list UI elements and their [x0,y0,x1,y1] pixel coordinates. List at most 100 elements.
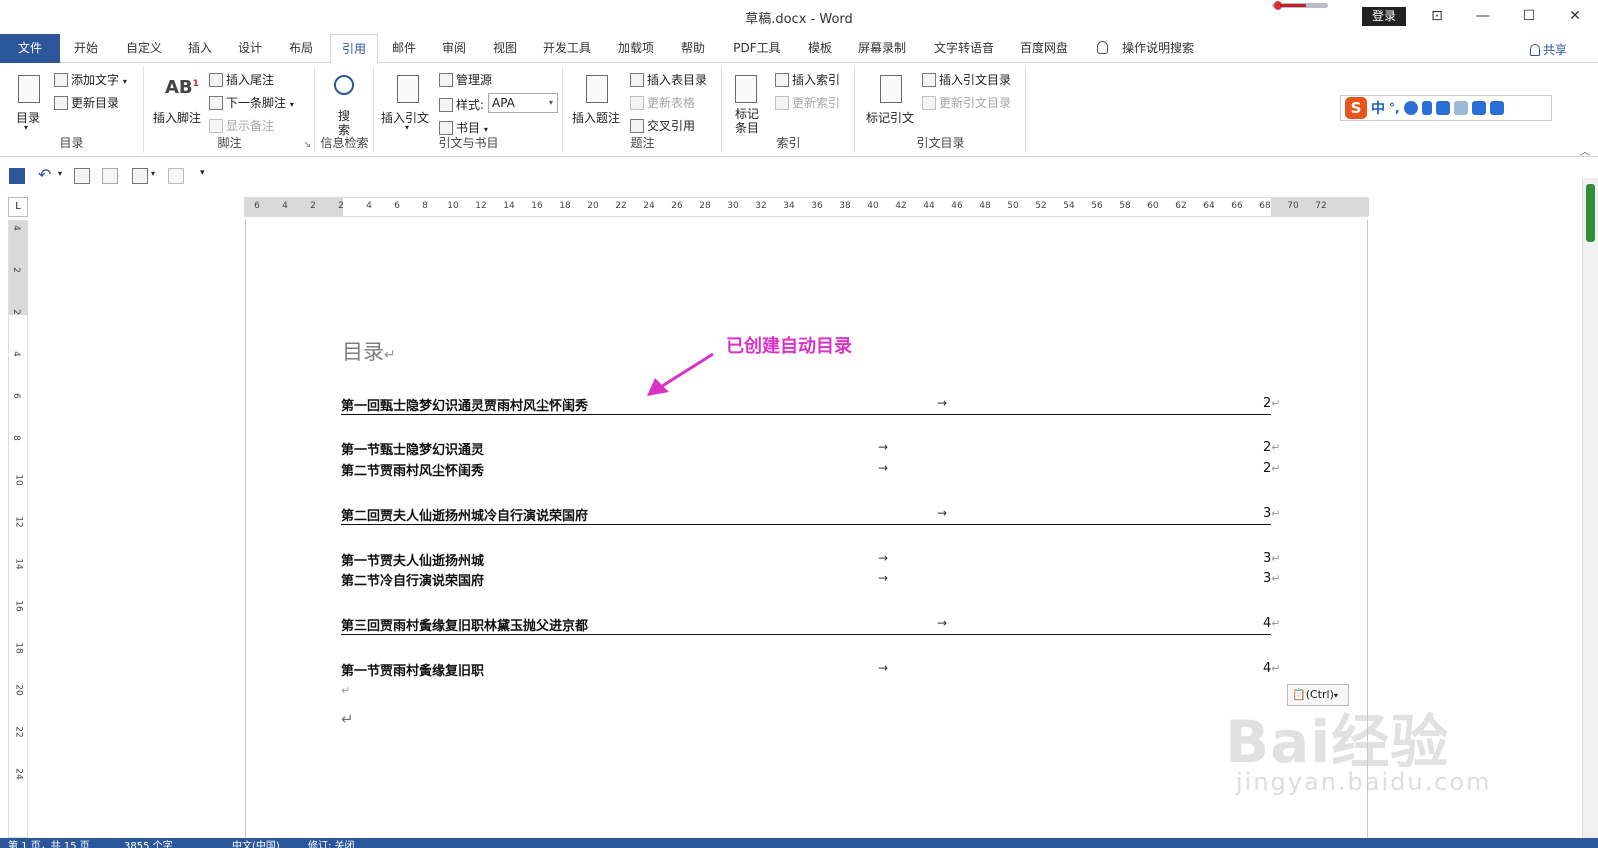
vertical-scrollbar[interactable] [1582,178,1598,838]
maximize-icon[interactable]: ☐ [1506,0,1552,32]
collapse-ribbon-icon[interactable]: ︿ [1580,143,1590,158]
tab-templates[interactable]: 模板 [802,34,838,63]
tab-review[interactable]: 审阅 [436,34,472,63]
tab-developer[interactable]: 开发工具 [537,34,597,63]
chevron-down-icon[interactable]: ▾ [58,169,62,178]
style-label: 样式: [439,96,484,113]
format-painter-icon[interactable] [102,168,118,184]
toc-button[interactable]: 目录 ▾ [10,71,50,135]
ribbon-display-options-icon[interactable]: ⊡ [1414,0,1460,32]
ruler-number: 42 [895,201,907,211]
close-icon[interactable]: ✕ [1552,0,1598,32]
empty-paragraph[interactable]: ↵ [341,710,354,728]
add-text-button[interactable]: 添加文字 ▾ [54,71,127,88]
ime-chinese-mode[interactable]: 中 [1371,98,1385,118]
search-button[interactable]: 搜 索 [328,71,362,137]
toc-chapter-entry[interactable]: 第一回甄士隐梦幻识通灵贾雨村风尘怀闺秀 [341,395,1271,415]
update-toc-button[interactable]: 更新目录 [54,94,119,111]
show-notes-button[interactable]: 显示备注 [209,117,274,134]
punctuation-icon[interactable]: °, [1389,101,1400,115]
insert-footnote-button[interactable]: AB1 插入脚注 [153,71,205,131]
insert-citation-button[interactable]: 插入引文 ▾ [381,71,435,135]
tab-screen-record[interactable]: 屏幕录制 [852,34,912,63]
ruler-number: 4 [10,351,21,357]
citations-group-label: 引文与书目 [438,136,499,150]
tell-me-search[interactable]: 操作说明搜索 [1116,34,1200,63]
sogou-s-icon: S [1345,97,1367,119]
skin-icon[interactable] [1471,101,1486,115]
ruler-number: 24 [643,201,655,211]
tab-pdf-tools[interactable]: PDF工具 [727,34,787,63]
undo-icon[interactable]: ↶ [38,165,51,184]
ruler-number: 4 [282,201,288,211]
share-button[interactable]: 共享 [1530,41,1567,58]
tab-home[interactable]: 开始 [68,34,104,63]
ime-toolbar[interactable]: S 中 °, [1340,95,1552,121]
toc-group: 目录 ▾ 添加文字 ▾ 更新目录 目录 [0,67,144,153]
tab-insert[interactable]: 插入 [182,34,218,63]
search-icon [334,75,354,95]
scroll-thumb[interactable] [1586,184,1595,242]
touch-mode-slider[interactable] [1272,1,1328,10]
user-icon[interactable] [1453,101,1468,115]
insert-endnote-button[interactable]: 插入尾注 [209,71,274,88]
tab-file[interactable]: 文件 [0,34,60,63]
update-toa-button[interactable]: 更新引文目录 [922,94,1011,111]
tab-layout[interactable]: 布局 [283,34,319,63]
tab-addins[interactable]: 加载项 [612,34,660,63]
toc-group-label: 目录 [59,136,84,150]
update-index-button[interactable]: 更新索引 [775,94,840,111]
mark-entry-button[interactable]: 标记 条目 [729,71,765,139]
tab-arrow-mark: → [937,616,948,630]
save-icon[interactable] [9,168,25,184]
layout-icon[interactable] [132,168,148,184]
horizontal-ruler[interactable]: 6 4 2 2 4 6 8 10 12 14 16 18 20 22 24 26 28 30 32 34 36 38 40 4… [244,197,1369,217]
insert-toa-button[interactable]: 插入引文目录 [922,71,1011,88]
mark-citation-label: 标记引文 [866,111,915,125]
new-document-icon[interactable] [168,168,184,184]
status-word-count[interactable]: 3855 个字 [124,838,173,848]
tab-help[interactable]: 帮助 [675,34,711,63]
manage-sources-button[interactable]: 管理源 [439,71,492,88]
microphone-icon[interactable] [1421,101,1432,115]
next-footnote-button[interactable]: 下一条脚注 ▾ [209,94,294,111]
tab-mailings[interactable]: 邮件 [386,34,422,63]
keyboard-icon[interactable] [1435,101,1450,115]
toc-entry-text: 第一回甄士隐梦幻识通灵贾雨村风尘怀闺秀 [341,399,589,414]
status-page[interactable]: 第 1 页，共 15 页 [8,838,90,848]
login-button[interactable]: 登录 [1362,7,1406,26]
tab-text-to-speech[interactable]: 文字转语音 [928,34,1000,63]
empty-paragraph[interactable]: ↵ [341,684,350,697]
insert-caption-button[interactable]: 插入题注 [572,71,624,131]
cross-reference-button[interactable]: 交叉引用 [630,117,695,134]
chevron-down-icon[interactable]: ▾ [151,169,155,178]
update-table-button[interactable]: 更新表格 [630,94,695,111]
compare-icon[interactable] [74,168,90,184]
emoji-icon[interactable] [1403,101,1418,115]
status-track-changes[interactable]: 修订: 关闭 [308,838,355,848]
update-index-icon [775,96,789,110]
toc-chapter-entry[interactable]: 第二回贾夫人仙逝扬州城冷自行演说荣国府 [341,505,1271,525]
ruler-number: 10 [447,201,459,211]
mark-entry-icon [735,75,757,103]
toc-heading-text: 目录 [342,340,384,364]
tab-baidu-netdisk[interactable]: 百度网盘 [1014,34,1074,63]
toolbox-icon[interactable] [1489,101,1504,115]
tab-selector[interactable]: L [8,197,28,217]
toc-chapter-entry[interactable]: 第三回贾雨村夤缘复旧职林黛玉抛父进京都 [341,615,1271,635]
toc-heading[interactable]: 目录↵ [342,336,396,366]
mark-citation-button[interactable]: 标记引文 [866,71,918,131]
status-language[interactable]: 中文(中国) [232,838,280,848]
tab-view[interactable]: 视图 [487,34,523,63]
dialog-launcher-icon[interactable]: ↘ [303,140,311,150]
minimize-icon[interactable]: — [1460,0,1506,32]
paragraph-mark: ↵ [1271,507,1281,520]
tab-customize[interactable]: 自定义 [120,34,168,63]
vertical-ruler[interactable]: 4 2 2 4 6 8 10 12 14 16 18 20 22 24 [8,220,28,838]
customize-qat-icon[interactable]: ▾ [200,168,205,178]
tab-references[interactable]: 引用 [330,34,378,64]
tab-design[interactable]: 设计 [232,34,268,63]
insert-index-button[interactable]: 插入索引 [775,71,840,88]
style-select[interactable]: APA ▾ [488,93,558,113]
insert-table-of-figures-button[interactable]: 插入表目录 [630,71,707,88]
